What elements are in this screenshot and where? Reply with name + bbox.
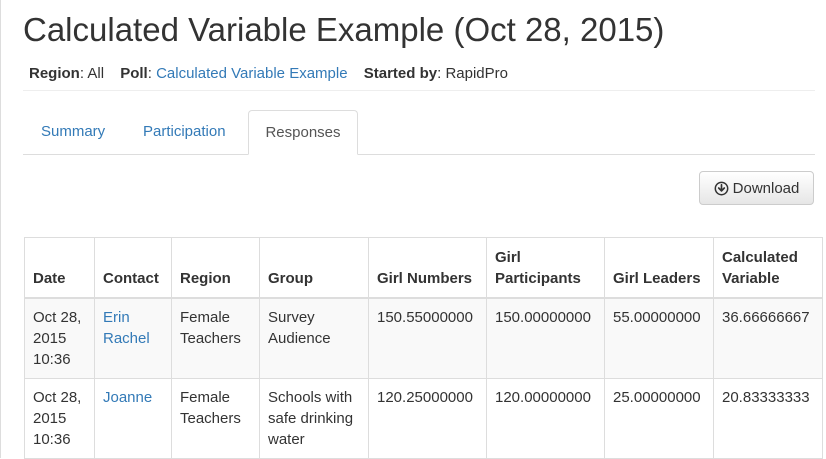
column-header-girl-participants[interactable]: Girl Participants (486, 237, 605, 299)
cell-date: Oct 28, 2015 10:36 (24, 378, 95, 459)
meta-poll-link[interactable]: Calculated Variable Example (156, 65, 348, 82)
column-header-group[interactable]: Group (259, 237, 369, 299)
column-header-date[interactable]: Date (24, 237, 95, 299)
cell-calculated-variable: 20.83333333 (713, 378, 823, 459)
download-circle-icon (714, 181, 729, 196)
cell-girl-leaders: 25.00000000 (604, 378, 714, 459)
cell-contact: Joanne (94, 378, 172, 459)
tab-participation[interactable]: Participation (143, 110, 226, 154)
tab-summary[interactable]: Summary (41, 110, 105, 154)
cell-girl-numbers: 150.55000000 (368, 297, 487, 379)
cell-group: Schools with safe drinking water (259, 378, 369, 459)
cell-region: Female Teachers (171, 297, 260, 379)
download-button-label: Download (732, 179, 800, 197)
poll-meta: Region: All Poll: Calculated Variable Ex… (29, 64, 520, 84)
tab-responses[interactable]: Responses (248, 110, 358, 155)
cell-calculated-variable: 36.66666667 (713, 297, 823, 379)
cell-girl-numbers: 120.25000000 (368, 378, 487, 459)
table-row: Oct 28, 2015 10:36 Erin Rachel Female Te… (24, 297, 823, 379)
meta-poll: Poll: Calculated Variable Example (120, 65, 348, 82)
page-title: Calculated Variable Example (Oct 28, 201… (23, 11, 665, 48)
contact-link[interactable]: Joanne (103, 389, 152, 406)
poll-tabs: Summary Participation Responses (23, 110, 815, 155)
contact-link[interactable]: Erin Rachel (103, 309, 150, 347)
responses-table: Date Contact Region Group Girl Numbers G… (24, 237, 823, 459)
cell-girl-leaders: 55.00000000 (604, 297, 714, 379)
column-header-girl-leaders[interactable]: Girl Leaders (604, 237, 714, 299)
meta-region-label: Region (29, 65, 80, 82)
cell-group: Survey Audience (259, 297, 369, 379)
meta-started-label: Started by (363, 65, 438, 82)
cell-contact: Erin Rachel (94, 297, 172, 379)
page-left-border (0, 0, 1, 458)
meta-region-value: All (87, 65, 105, 82)
column-header-girl-numbers[interactable]: Girl Numbers (368, 237, 487, 299)
cell-girl-participants: 150.00000000 (486, 297, 605, 379)
column-header-contact[interactable]: Contact (94, 237, 172, 299)
table-header-row: Date Contact Region Group Girl Numbers G… (24, 237, 823, 299)
header-divider (23, 90, 815, 91)
cell-region: Female Teachers (171, 378, 260, 459)
download-button[interactable]: Download (699, 171, 814, 205)
column-header-calculated-variable[interactable]: Calculated Variable (713, 237, 823, 299)
meta-poll-label: Poll (120, 65, 148, 82)
meta-region: Region: All (29, 65, 105, 82)
cell-girl-participants: 120.00000000 (486, 378, 605, 459)
cell-date: Oct 28, 2015 10:36 (24, 297, 95, 379)
table-row: Oct 28, 2015 10:36 Joanne Female Teacher… (24, 378, 823, 459)
meta-started-by: Started by: RapidPro (363, 65, 508, 82)
meta-started-value: RapidPro (445, 65, 508, 82)
column-header-region[interactable]: Region (171, 237, 260, 299)
